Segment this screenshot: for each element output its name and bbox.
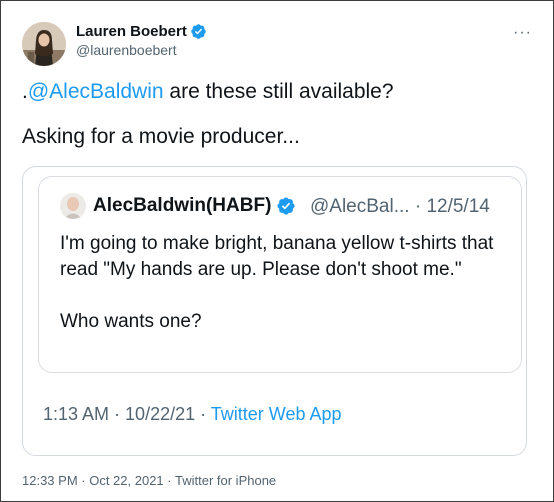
quoted-author-handle[interactable]: @AlecBal... bbox=[310, 196, 410, 217]
mention-link[interactable]: @AlecBaldwin bbox=[28, 80, 164, 103]
quoted-author-name[interactable]: AlecBaldwin(HABF) bbox=[93, 195, 296, 217]
quoted-separator: · bbox=[409, 196, 427, 217]
tweet-line-2: Asking for a movie producer... bbox=[22, 125, 300, 148]
quoted-date[interactable]: 12/5/14 bbox=[426, 196, 489, 217]
quote-sep-1: · bbox=[109, 404, 126, 424]
tweet-sep-1: · bbox=[77, 473, 90, 488]
avatar-photo bbox=[22, 22, 66, 66]
quoted-avatar-photo bbox=[60, 193, 86, 219]
tweet-source-app[interactable]: Twitter for iPhone bbox=[175, 473, 276, 488]
tweet-text: .@AlecBaldwin are these still available?… bbox=[22, 78, 532, 151]
tweet-line-1: .@AlecBaldwin are these still available? bbox=[22, 78, 532, 106]
quote-time[interactable]: 1:13 AM bbox=[43, 404, 109, 424]
quote-timestamp: 1:13 AM · 10/22/21 · Twitter Web App bbox=[43, 404, 342, 425]
quote-source-app[interactable]: Twitter Web App bbox=[211, 404, 342, 424]
quoted-paragraph-1: I'm going to make bright, banana yellow … bbox=[60, 233, 494, 280]
quoted-author-avatar[interactable] bbox=[60, 193, 86, 219]
quoted-author-name-text[interactable]: AlecBaldwin(HABF) bbox=[93, 195, 271, 217]
verified-badge-icon bbox=[191, 24, 206, 39]
author-name[interactable]: Lauren Boebert bbox=[76, 23, 207, 40]
quoted-paragraph-2: Who wants one? bbox=[60, 311, 202, 332]
tweet-date[interactable]: Oct 22, 2021 bbox=[89, 473, 163, 488]
tweet-time[interactable]: 12:33 PM bbox=[22, 473, 78, 488]
quoted-meta: @AlecBal... · 12/5/14 bbox=[310, 196, 490, 218]
tweet-sep-2: · bbox=[163, 473, 175, 488]
quote-sep-2: · bbox=[195, 404, 211, 424]
author-name-text[interactable]: Lauren Boebert bbox=[76, 23, 187, 40]
author-handle[interactable]: @laurenboebert bbox=[76, 42, 177, 58]
verified-badge-icon bbox=[277, 197, 295, 215]
tweet-timestamp: 12:33 PM · Oct 22, 2021 · Twitter for iP… bbox=[22, 473, 276, 488]
quote-date[interactable]: 10/22/21 bbox=[125, 404, 195, 424]
tweet-line-1-rest: are these still available? bbox=[163, 80, 394, 103]
more-options-icon[interactable]: ··· bbox=[513, 24, 532, 42]
author-avatar[interactable] bbox=[22, 22, 66, 66]
quoted-tweet-text: I'm going to make bright, banana yellow … bbox=[60, 231, 510, 335]
